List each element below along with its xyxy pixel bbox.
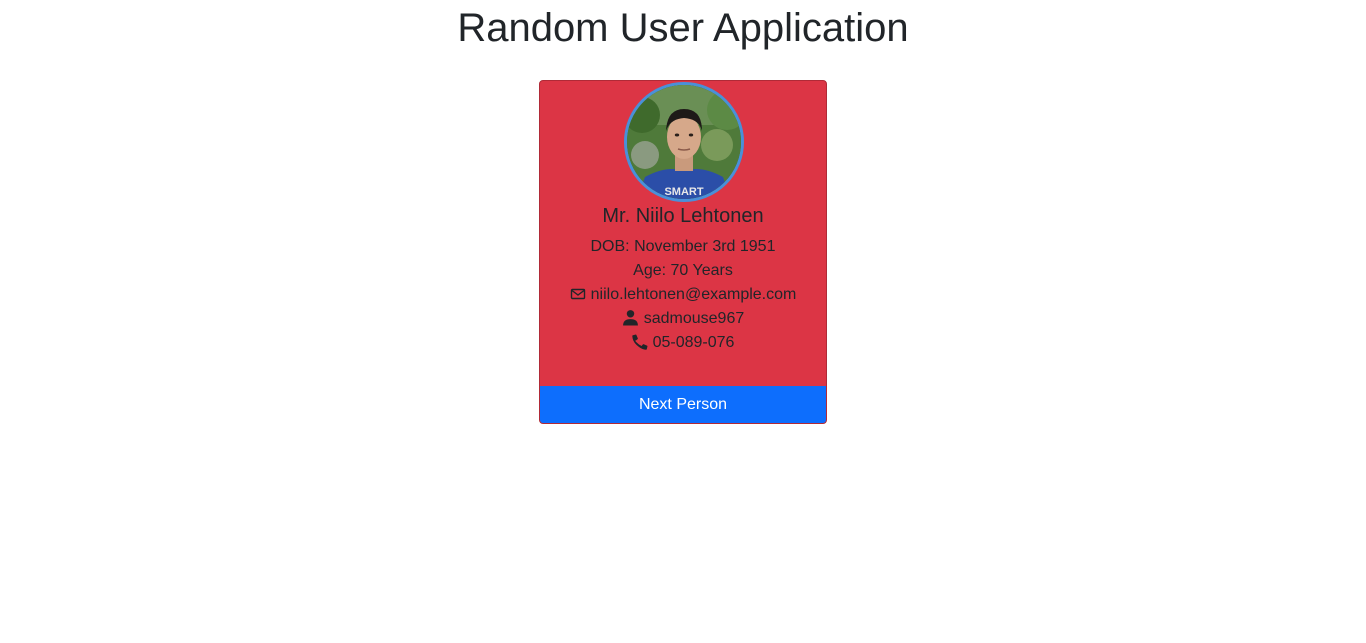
user-name: Mr. Niilo Lehtonen bbox=[602, 205, 764, 227]
user-phone: 05-089-076 bbox=[652, 334, 735, 351]
shirt-text: SMART bbox=[664, 186, 703, 198]
user-phone-row: 05-089-076 bbox=[540, 332, 826, 357]
user-age: Age: 70 Years bbox=[633, 262, 733, 279]
user-card: SMART Mr. Niilo Lehtonen DOB: November 3… bbox=[539, 80, 827, 424]
user-dob: DOB: November 3rd 1951 bbox=[590, 238, 776, 255]
avatar: SMART bbox=[624, 82, 744, 202]
envelope-icon bbox=[570, 286, 586, 309]
page-title: Random User Application bbox=[457, 6, 909, 50]
person-icon bbox=[622, 309, 639, 333]
user-username-row: sadmouse967 bbox=[540, 308, 826, 333]
user-username: sadmouse967 bbox=[643, 310, 745, 327]
next-person-button[interactable]: Next Person bbox=[540, 386, 826, 423]
user-email: niilo.lehtonen@example.com bbox=[590, 286, 797, 303]
phone-icon bbox=[631, 334, 648, 357]
user-email-row: niilo.lehtonen@example.com bbox=[540, 284, 826, 309]
